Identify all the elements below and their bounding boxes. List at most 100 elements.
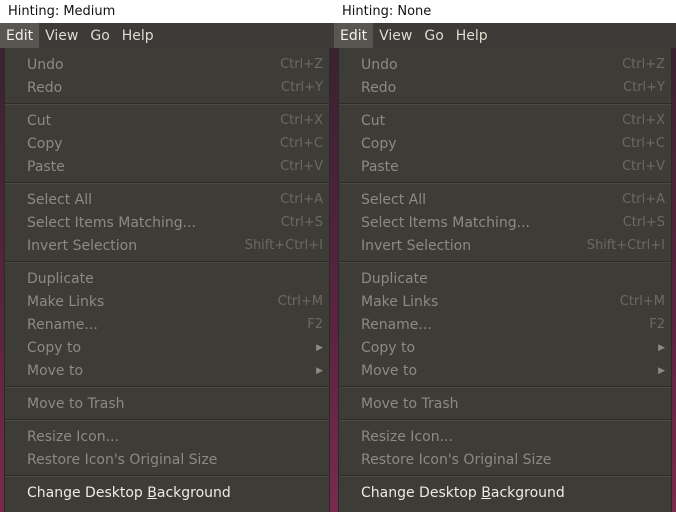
panel-caption: Hinting: None	[342, 4, 432, 19]
menu-item-rename[interactable]: Rename... F2	[339, 313, 671, 336]
menu-separator	[5, 99, 329, 109]
submenu-arrow-icon: ▶	[316, 342, 323, 353]
menu-item-label: Make Links	[27, 293, 105, 310]
menu-item-label: Duplicate	[361, 270, 428, 287]
menu-item-label: Undo	[361, 56, 398, 73]
menu-item-label: Resize Icon...	[27, 428, 119, 445]
menu-item-redo[interactable]: Redo Ctrl+Y	[5, 76, 329, 99]
menu-item-select-items-matching[interactable]: Select Items Matching... Ctrl+S	[339, 211, 671, 234]
menu-item-label: Select Items Matching...	[361, 214, 530, 231]
menu-item-redo[interactable]: Redo Ctrl+Y	[339, 76, 671, 99]
menu-separator	[339, 382, 671, 392]
menu-item-label: Move to Trash	[27, 395, 125, 412]
menu-item-resize-icon[interactable]: Resize Icon...	[339, 425, 671, 448]
menu-item-change-desktop-background[interactable]: Change Desktop Background	[5, 481, 329, 504]
menu-item-label: Paste	[361, 158, 399, 175]
menu-item-shortcut: Ctrl+Y	[623, 80, 665, 95]
menubar-view[interactable]: View	[39, 23, 84, 48]
desktop-edge	[672, 48, 676, 512]
menu-item-select-all[interactable]: Select All Ctrl+A	[5, 188, 329, 211]
label-part: Change Desktop	[361, 484, 482, 501]
menu-item-label: Select Items Matching...	[27, 214, 196, 231]
menu-item-shortcut: Ctrl+X	[622, 113, 665, 128]
menu-item-duplicate[interactable]: Duplicate	[5, 267, 329, 290]
menu-separator	[339, 99, 671, 109]
menu-item-copy-to[interactable]: Copy to ▶	[339, 336, 671, 359]
menu-item-undo[interactable]: Undo Ctrl+Z	[5, 53, 329, 76]
menu-item-shortcut: Ctrl+Z	[280, 57, 323, 72]
menu-item-shortcut: Ctrl+M	[619, 294, 665, 309]
panel-hinting-none: Hinting: None Edit View Go Help Undo Ctrl…	[334, 0, 676, 512]
submenu-arrow-icon: ▶	[658, 342, 665, 353]
menu-item-move-to[interactable]: Move to ▶	[339, 359, 671, 382]
menu-item-label: Resize Icon...	[361, 428, 453, 445]
menu-item-shortcut: Shift+Ctrl+I	[244, 238, 323, 253]
menu-item-move-to-trash[interactable]: Move to Trash	[339, 392, 671, 415]
menu-item-label: Cut	[27, 112, 52, 129]
menu-separator	[5, 415, 329, 425]
menu-item-label: Invert Selection	[27, 237, 138, 254]
menu-item-label: Redo	[27, 79, 63, 96]
menu-item-label: Move to Trash	[361, 395, 459, 412]
menu-item-duplicate[interactable]: Duplicate	[339, 267, 671, 290]
menu-item-move-to[interactable]: Move to ▶	[5, 359, 329, 382]
menu-item-label: Rename...	[27, 316, 98, 333]
menu-item-paste[interactable]: Paste Ctrl+V	[339, 155, 671, 178]
menu-item-make-links[interactable]: Make Links Ctrl+M	[339, 290, 671, 313]
menu-item-copy-to[interactable]: Copy to ▶	[5, 336, 329, 359]
menu-separator	[5, 178, 329, 188]
menu-separator	[5, 257, 329, 267]
menu-item-paste[interactable]: Paste Ctrl+V	[5, 155, 329, 178]
menu-item-label: Paste	[27, 158, 65, 175]
menu-item-label: Change Desktop Background	[361, 485, 665, 501]
menu-item-shortcut: Ctrl+V	[622, 159, 665, 174]
menu-item-copy[interactable]: Copy Ctrl+C	[339, 132, 671, 155]
menu-item-restore-icon-s-original-size[interactable]: Restore Icon's Original Size	[5, 448, 329, 471]
menu-item-label: Copy	[27, 135, 63, 152]
menubar-view[interactable]: View	[373, 23, 418, 48]
menu-item-label: Cut	[361, 112, 386, 129]
menu-item-move-to-trash[interactable]: Move to Trash	[5, 392, 329, 415]
menu-item-label: Copy	[361, 135, 397, 152]
menu-item-shortcut: Ctrl+M	[277, 294, 323, 309]
menu-item-change-desktop-background[interactable]: Change Desktop Background	[339, 481, 671, 504]
menu-item-label: Copy to	[361, 339, 416, 356]
menu-item-cut[interactable]: Cut Ctrl+X	[339, 109, 671, 132]
menubar-go[interactable]: Go	[418, 23, 449, 48]
menu-item-restore-icon-s-original-size[interactable]: Restore Icon's Original Size	[339, 448, 671, 471]
menu-item-select-all[interactable]: Select All Ctrl+A	[339, 188, 671, 211]
menu-item-label: Duplicate	[27, 270, 94, 287]
menubar-go[interactable]: Go	[84, 23, 115, 48]
menu-item-select-items-matching[interactable]: Select Items Matching... Ctrl+S	[5, 211, 329, 234]
menu-item-shortcut: Ctrl+C	[279, 136, 323, 151]
menu-item-shortcut: Ctrl+S	[622, 215, 665, 230]
menu-item-invert-selection[interactable]: Invert Selection Shift+Ctrl+I	[5, 234, 329, 257]
menubar-help[interactable]: Help	[116, 23, 160, 48]
menu-item-label: Move to	[27, 362, 84, 379]
menu-item-shortcut: Ctrl+Z	[622, 57, 665, 72]
menu-item-make-links[interactable]: Make Links Ctrl+M	[5, 290, 329, 313]
menu-item-invert-selection[interactable]: Invert Selection Shift+Ctrl+I	[339, 234, 671, 257]
panel-hinting-medium: Hinting: Medium Edit View Go Help Undo Ct…	[0, 0, 334, 512]
menu-item-copy[interactable]: Copy Ctrl+C	[5, 132, 329, 155]
menu-separator	[339, 471, 671, 481]
menu-separator	[5, 382, 329, 392]
menu-item-shortcut: Ctrl+S	[280, 215, 323, 230]
menubar-help[interactable]: Help	[450, 23, 494, 48]
menubar-edit[interactable]: Edit	[334, 23, 374, 48]
menu-item-resize-icon[interactable]: Resize Icon...	[5, 425, 329, 448]
menu-item-label: Change Desktop Background	[27, 485, 323, 501]
menu-item-label: Rename...	[361, 316, 432, 333]
label-part: ackground	[490, 484, 565, 501]
menu-item-rename[interactable]: Rename... F2	[5, 313, 329, 336]
menu-item-label: Invert Selection	[361, 237, 472, 254]
mnemonic-letter: B	[481, 484, 491, 501]
menu-item-cut[interactable]: Cut Ctrl+X	[5, 109, 329, 132]
menu-item-label: Restore Icon's Original Size	[361, 451, 552, 468]
menu-item-label: Undo	[27, 56, 64, 73]
menu-item-shortcut: Ctrl+V	[280, 159, 323, 174]
menu-item-undo[interactable]: Undo Ctrl+Z	[339, 53, 671, 76]
menubar-edit[interactable]: Edit	[0, 23, 40, 48]
submenu-arrow-icon: ▶	[316, 365, 323, 376]
menu-item-label: Make Links	[361, 293, 439, 310]
